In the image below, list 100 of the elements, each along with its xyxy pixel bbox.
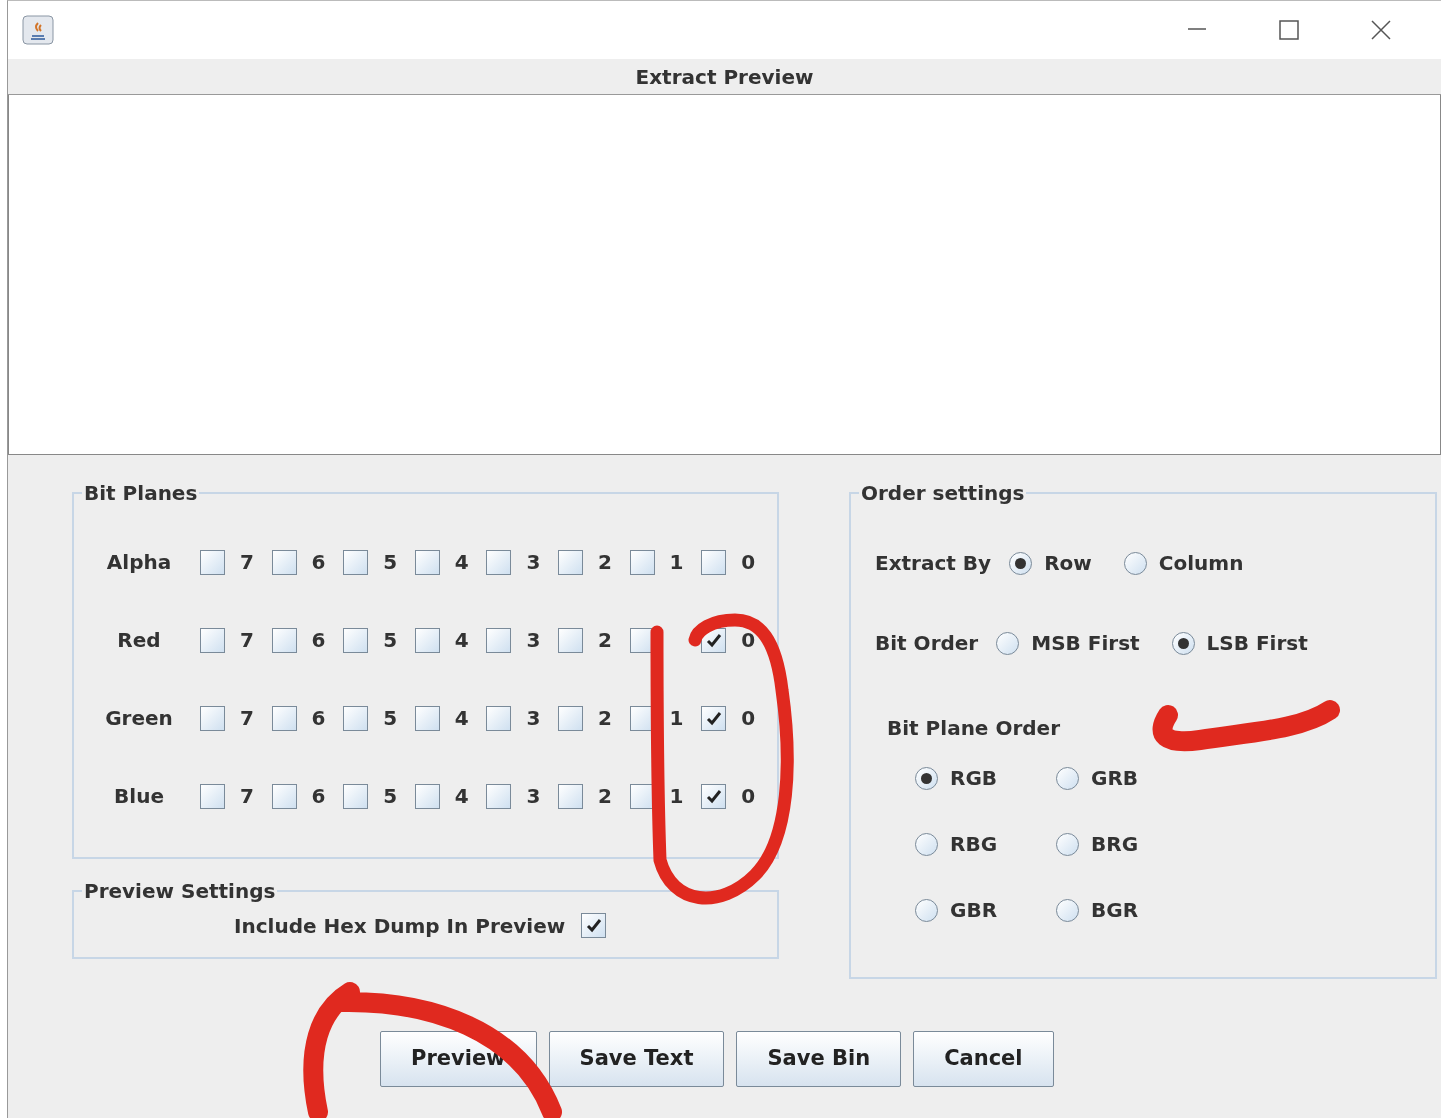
checkbox[interactable] — [557, 783, 583, 809]
bit-label: 7 — [240, 627, 254, 654]
check-icon — [585, 917, 602, 933]
radio-label: BRG — [1091, 831, 1139, 858]
bit-label: 1 — [669, 549, 684, 576]
checkbox[interactable] — [200, 627, 225, 653]
checkbox[interactable] — [414, 627, 440, 653]
checkbox[interactable] — [557, 549, 583, 575]
checkbox[interactable] — [486, 783, 512, 809]
radio-button[interactable] — [915, 898, 938, 922]
bit-label: 1 — [669, 783, 684, 810]
radio-label: RGB — [950, 765, 998, 792]
checkbox[interactable] — [343, 627, 369, 653]
group-label: Bit Order — [875, 630, 979, 657]
checkbox[interactable] — [557, 627, 583, 653]
bit-label: 3 — [526, 627, 541, 654]
bit-label: 0 — [741, 705, 756, 732]
checkbox[interactable] — [200, 783, 225, 809]
bit-label: 2 — [597, 705, 612, 732]
channel-label: Alpha — [105, 549, 173, 576]
radio-button[interactable] — [1123, 551, 1147, 575]
bit-label: 3 — [526, 705, 541, 732]
bit-label: 5 — [383, 705, 398, 732]
radio-label: Column — [1158, 550, 1244, 577]
bit-label: 5 — [383, 783, 398, 810]
dialog-button[interactable]: Save Text — [548, 1031, 725, 1087]
bit-label: 6 — [311, 783, 326, 810]
channel-label: Red — [116, 627, 162, 654]
dialog-button[interactable]: Cancel — [913, 1031, 1054, 1087]
radio-button[interactable] — [1009, 551, 1033, 575]
dialog-button[interactable]: Save Bin — [736, 1031, 902, 1087]
app-icon — [22, 15, 54, 45]
bit-label: 3 — [526, 783, 541, 810]
checkbox[interactable] — [271, 783, 297, 809]
bit-label: 4 — [454, 549, 469, 576]
group-label: Extract By — [875, 550, 992, 577]
radio-label: Row — [1044, 550, 1092, 577]
panel-title: Preview Settings — [83, 881, 277, 901]
checkbox[interactable] — [701, 705, 727, 731]
radio-label: GBR — [950, 897, 998, 924]
radio-button[interactable] — [1056, 766, 1079, 790]
checkbox[interactable] — [414, 783, 440, 809]
bit-label: 7 — [240, 783, 254, 810]
panel-title: Bit Planes — [83, 483, 199, 503]
checkbox[interactable] — [343, 783, 369, 809]
checkbox[interactable] — [200, 705, 225, 731]
bit-label: 0 — [741, 549, 756, 576]
checkbox[interactable] — [414, 549, 440, 575]
bit-label: 4 — [454, 627, 469, 654]
check-icon — [705, 710, 722, 726]
checkbox[interactable] — [486, 549, 512, 575]
channel-label: Blue — [113, 783, 165, 810]
checkbox-label: Include Hex Dump In Preview — [234, 913, 566, 940]
checkbox[interactable] — [557, 705, 583, 731]
checkbox[interactable] — [486, 627, 512, 653]
checkbox[interactable] — [629, 783, 655, 809]
checkbox[interactable] — [701, 549, 727, 575]
radio-button[interactable] — [1171, 631, 1195, 655]
radio-button[interactable] — [1056, 898, 1079, 922]
checkbox[interactable] — [200, 549, 225, 575]
checkbox[interactable] — [271, 705, 297, 731]
checkbox[interactable] — [486, 705, 512, 731]
checkbox[interactable] — [581, 912, 607, 938]
check-icon — [705, 788, 722, 804]
bit-label: 5 — [383, 627, 398, 654]
checkbox[interactable] — [629, 549, 655, 575]
radio-button[interactable] — [996, 631, 1020, 655]
bit-label: 7 — [240, 705, 254, 732]
checkbox[interactable] — [701, 783, 727, 809]
radio-button[interactable] — [915, 832, 938, 856]
radio-button[interactable] — [1056, 832, 1079, 856]
radio-label: BGR — [1091, 897, 1139, 924]
checkbox[interactable] — [271, 549, 297, 575]
bit-label: 2 — [597, 783, 612, 810]
bit-label: 7 — [240, 549, 254, 576]
checkbox[interactable] — [343, 705, 369, 731]
bit-label: 3 — [526, 549, 541, 576]
bit-label: 1 — [669, 705, 684, 732]
maximize-icon[interactable] — [1278, 19, 1300, 41]
check-icon — [705, 632, 722, 648]
bit-label: 6 — [311, 627, 326, 654]
radio-button[interactable] — [915, 766, 938, 790]
close-icon[interactable] — [1370, 19, 1392, 41]
checkbox[interactable] — [271, 627, 297, 653]
radio-label: GRB — [1091, 765, 1139, 792]
bit-label: 4 — [454, 705, 469, 732]
bit-label: 2 — [597, 627, 612, 654]
bit-label: 0 — [741, 627, 756, 654]
bit-label: 6 — [311, 705, 326, 732]
radio-label: MSB First — [1031, 630, 1140, 657]
radio-label: RBG — [950, 831, 998, 858]
bit-label: 4 — [454, 783, 469, 810]
channel-label: Green — [104, 705, 174, 732]
bit-label: 6 — [311, 549, 326, 576]
panel-title: Order settings — [860, 483, 1026, 503]
radio-label: LSB First — [1206, 630, 1308, 657]
checkbox[interactable] — [343, 549, 369, 575]
checkbox[interactable] — [414, 705, 440, 731]
bit-label: 0 — [741, 783, 756, 810]
group-label: Bit Plane Order — [887, 715, 1060, 742]
